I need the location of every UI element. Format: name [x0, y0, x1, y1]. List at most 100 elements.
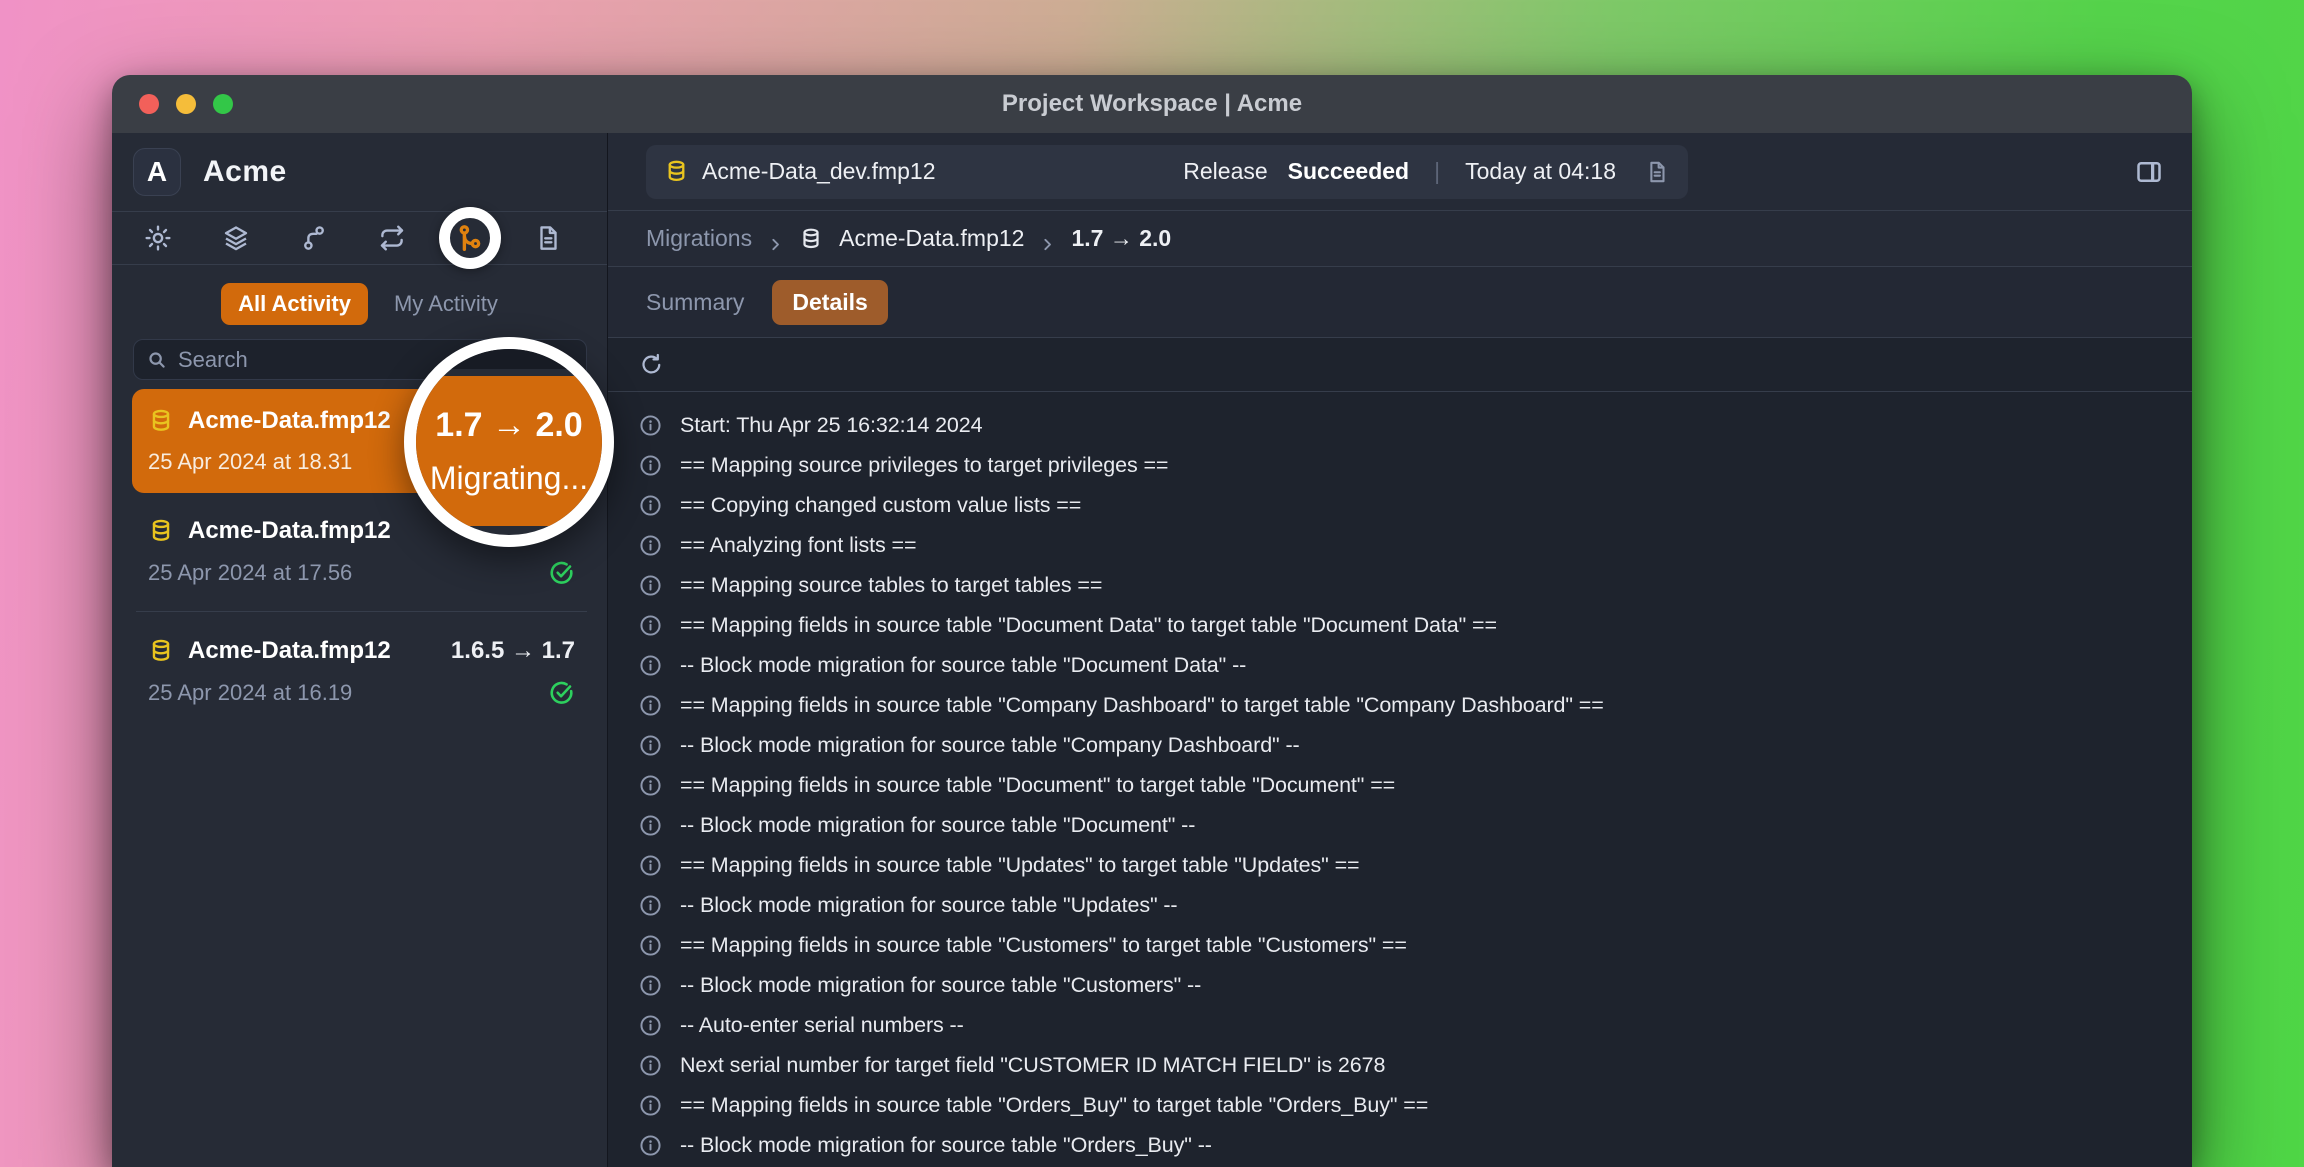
- version-range: 1.7 → 2.0: [435, 406, 582, 445]
- activity-filter: All Activity My Activity: [112, 265, 607, 325]
- info-icon: [638, 693, 663, 718]
- list-divider: [136, 611, 587, 612]
- log-row: -- Block mode migration for source table…: [638, 965, 2192, 1005]
- log-message: == Copying changed custom value lists ==: [680, 493, 1081, 518]
- release-notes-icon[interactable]: [1644, 159, 1670, 185]
- log-row: == Mapping fields in source table "Docum…: [638, 765, 2192, 805]
- search-icon: [146, 349, 168, 371]
- main-panel: Acme-Data_dev.fmp12 Release Succeeded | …: [608, 133, 2192, 1167]
- info-icon: [638, 853, 663, 878]
- log-row: -- Block mode migration for source table…: [638, 885, 2192, 925]
- log-row: == Mapping fields in source table "Compa…: [638, 685, 2192, 725]
- toggle-side-panel-icon[interactable]: [2134, 157, 2164, 187]
- document-icon[interactable]: [533, 223, 563, 253]
- log-toolbar: [608, 338, 2192, 392]
- database-icon: [148, 518, 174, 544]
- log-message: == Mapping fields in source table "Updat…: [680, 853, 1360, 878]
- info-icon: [638, 1133, 663, 1158]
- log-message: Next serial number for target field "CUS…: [680, 1053, 1385, 1078]
- log-row: Start: Thu Apr 25 16:32:14 2024: [638, 405, 2192, 445]
- info-icon: [638, 613, 663, 638]
- info-icon: [638, 573, 663, 598]
- log-message: -- Auto-enter serial numbers --: [680, 1013, 964, 1038]
- repeat-icon[interactable]: [377, 223, 407, 253]
- item-date: 25 Apr 2024 at 17.56: [148, 560, 548, 586]
- log-row: == Mapping fields in source table "Docum…: [638, 605, 2192, 645]
- sidebar-header: A Acme: [112, 133, 607, 212]
- traffic-lights: [112, 94, 233, 114]
- item-date: 25 Apr 2024 at 16.19: [148, 680, 548, 706]
- migration-status: Migrating...: [430, 460, 588, 497]
- database-icon: [148, 408, 174, 434]
- all-activity-button[interactable]: All Activity: [221, 283, 368, 325]
- sidebar-nav: [112, 212, 607, 265]
- log-row: -- Block mode migration for source table…: [638, 805, 2192, 845]
- log-row: == Mapping fields in source table "Order…: [638, 1085, 2192, 1125]
- log-message: == Analyzing font lists ==: [680, 533, 916, 558]
- tab-summary[interactable]: Summary: [646, 289, 744, 316]
- my-activity-button[interactable]: My Activity: [394, 291, 498, 317]
- breadcrumb-migrations[interactable]: Migrations: [646, 225, 752, 252]
- spotlight-item-zoom: 1.7 → 2.0 Migrating...: [404, 376, 614, 526]
- chevron-right-icon: [768, 231, 783, 246]
- layers-icon[interactable]: [221, 223, 251, 253]
- info-icon: [638, 1053, 663, 1078]
- log-message: == Mapping fields in source table "Docum…: [680, 773, 1395, 798]
- main-header: Acme-Data_dev.fmp12 Release Succeeded | …: [608, 133, 2192, 211]
- close-window-button[interactable]: [139, 94, 159, 114]
- breadcrumb: Migrations Acme-Data.fmp12 1.7 → 2.0: [608, 211, 2192, 267]
- window-titlebar: Project Workspace | Acme: [112, 75, 2192, 133]
- git-merge-icon[interactable]: [455, 223, 485, 253]
- log-message: -- Block mode migration for source table…: [680, 733, 1300, 758]
- settings-icon[interactable]: [143, 223, 173, 253]
- info-icon: [638, 1093, 663, 1118]
- tab-bar: Summary Details: [608, 267, 2192, 338]
- info-icon: [638, 773, 663, 798]
- database-icon: [799, 227, 823, 251]
- log-row: -- Block mode migration for source table…: [638, 1125, 2192, 1165]
- info-icon: [638, 493, 663, 518]
- version-range: 1.6.5 → 1.7: [451, 637, 575, 665]
- database-icon: [664, 159, 689, 184]
- minimize-window-button[interactable]: [176, 94, 196, 114]
- sidebar: A Acme: [112, 133, 608, 1167]
- log-message: == Mapping fields in source table "Order…: [680, 1093, 1428, 1118]
- info-icon: [638, 653, 663, 678]
- refresh-icon[interactable]: [638, 351, 665, 378]
- active-tool-highlight: [455, 223, 485, 253]
- log-message: == Mapping source privileges to target p…: [680, 453, 1168, 478]
- tab-details[interactable]: Details: [772, 280, 887, 325]
- release-file-badge[interactable]: Acme-Data_dev.fmp12 Release Succeeded | …: [646, 145, 1688, 199]
- separator: |: [1434, 158, 1440, 185]
- log-list: Start: Thu Apr 25 16:32:14 2024 == Mappi…: [608, 392, 2192, 1167]
- window-title: Project Workspace | Acme: [112, 90, 2192, 118]
- info-icon: [638, 893, 663, 918]
- log-message: -- Block mode migration for source table…: [680, 893, 1178, 918]
- chevron-right-icon: [1040, 231, 1055, 246]
- release-timestamp: Today at 04:18: [1465, 158, 1616, 185]
- breadcrumb-file[interactable]: Acme-Data.fmp12: [839, 225, 1024, 252]
- breadcrumb-version: 1.7 → 2.0: [1071, 225, 1171, 252]
- log-message: -- Block mode migration for source table…: [680, 973, 1201, 998]
- info-icon: [638, 413, 663, 438]
- file-name: Acme-Data.fmp12: [188, 637, 437, 665]
- zoom-window-button[interactable]: [213, 94, 233, 114]
- log-row: == Mapping source privileges to target p…: [638, 445, 2192, 485]
- log-row: == Mapping fields in source table "Custo…: [638, 925, 2192, 965]
- info-icon: [638, 733, 663, 758]
- log-row: == Mapping source tables to target table…: [638, 565, 2192, 605]
- release-status: Succeeded: [1288, 158, 1409, 185]
- log-message: Start: Thu Apr 25 16:32:14 2024: [680, 413, 983, 438]
- info-icon: [638, 973, 663, 998]
- log-message: -- Block mode migration for source table…: [680, 1133, 1212, 1158]
- info-icon: [638, 1013, 663, 1038]
- log-message: == Mapping fields in source table "Custo…: [680, 933, 1407, 958]
- log-message: == Mapping fields in source table "Compa…: [680, 693, 1604, 718]
- database-icon: [148, 638, 174, 664]
- log-message: == Mapping fields in source table "Docum…: [680, 613, 1497, 638]
- git-branch-icon[interactable]: [299, 223, 329, 253]
- list-item-succeeded[interactable]: Acme-Data.fmp12 1.6.5 → 1.7 25 Apr 2024 …: [132, 619, 591, 724]
- info-icon: [638, 533, 663, 558]
- log-row: == Analyzing font lists ==: [638, 525, 2192, 565]
- info-icon: [638, 813, 663, 838]
